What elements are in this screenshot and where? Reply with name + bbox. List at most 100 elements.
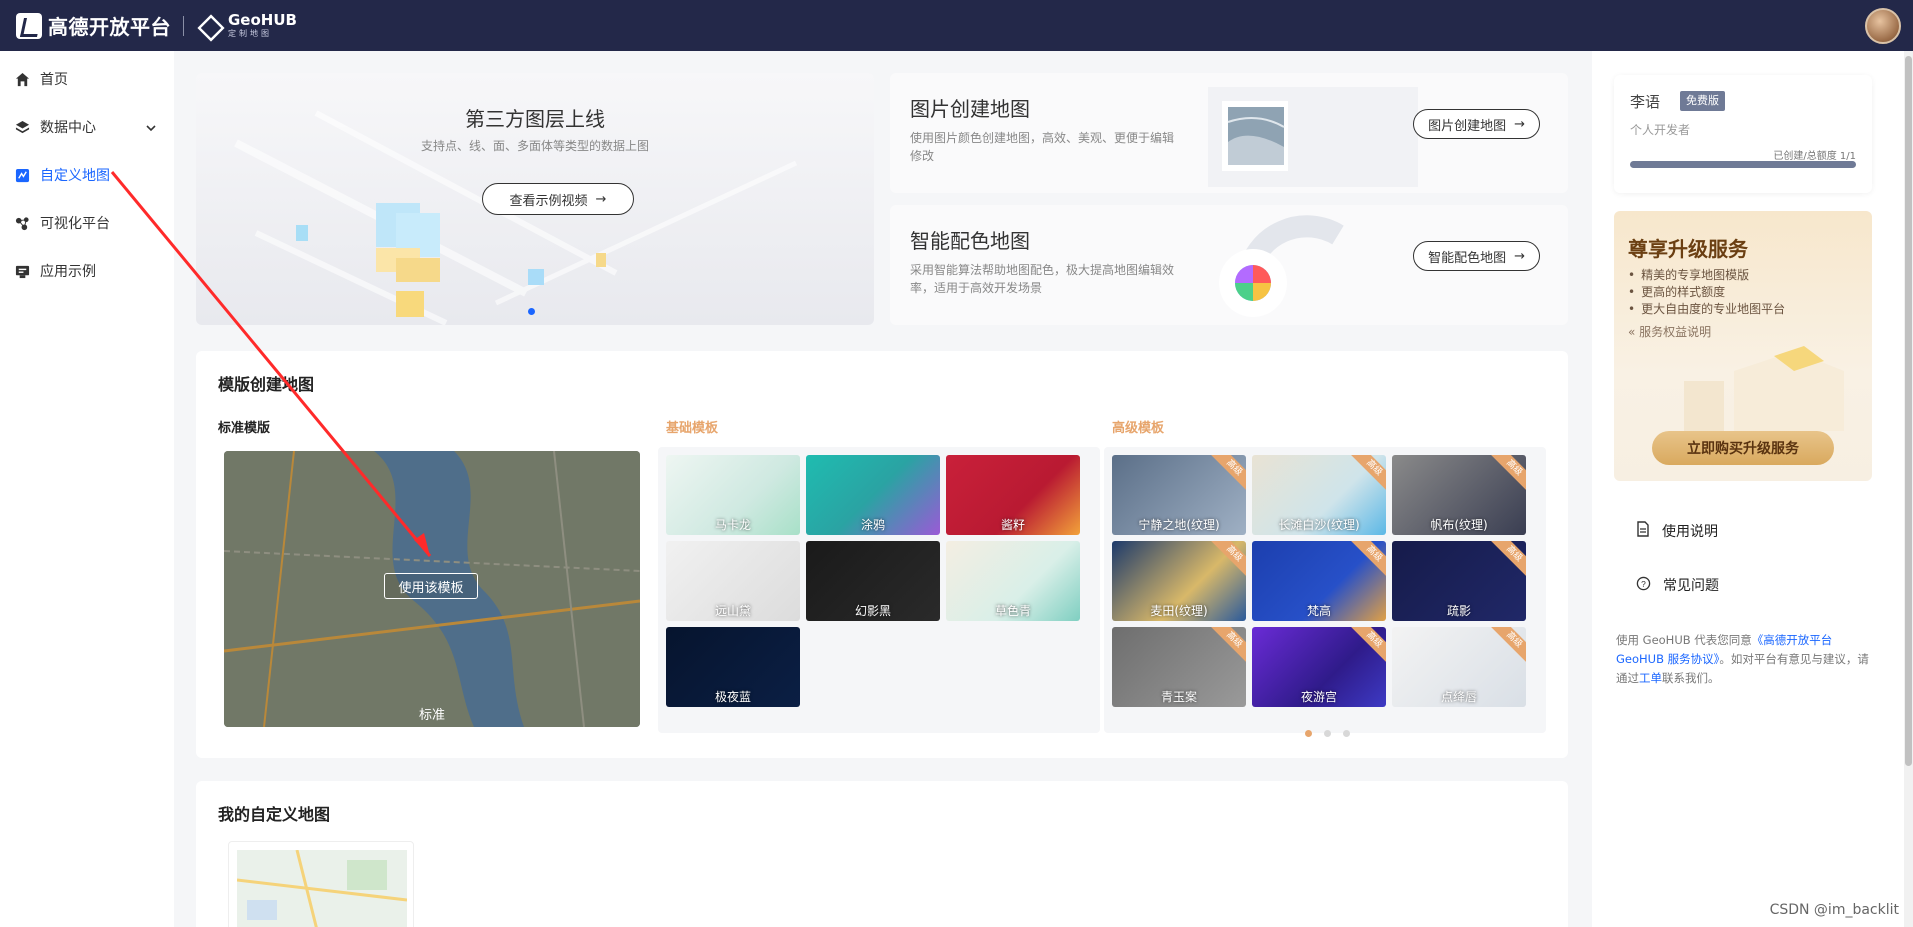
use-template-button[interactable]: 使用该模板 — [384, 573, 478, 599]
template-name: 宁静之地(纹理) — [1138, 518, 1220, 532]
feature-desc: 使用图片颜色创建地图，高效、美观、更便于编辑修改 — [910, 131, 1175, 163]
template-tile[interactable]: 高级 点绛唇 — [1392, 627, 1526, 707]
ticket-link[interactable]: 工单 — [1639, 671, 1662, 685]
quota-text: 已创建/总额度 1/1 — [1773, 151, 1856, 162]
sidebar: 首页 数据中心 自定义地图 可视化平台 应用示例 — [0, 51, 174, 927]
agreement-notice: 使用 GeoHUB 代表您同意《高德开放平台 GeoHUB 服务协议》。如对平台… — [1616, 631, 1876, 688]
panel-title: 模版创建地图 — [218, 375, 315, 394]
carousel-dot[interactable] — [528, 308, 535, 315]
template-tile[interactable]: 高级 夜游宫 — [1252, 627, 1386, 707]
color-wheel-illustration — [1219, 215, 1344, 317]
premium-ribbon: 高级 — [1487, 541, 1526, 581]
arrow-right-icon: → — [1514, 116, 1525, 132]
document-icon — [1636, 521, 1650, 541]
template-tile[interactable]: 马卡龙 — [666, 455, 800, 535]
upgrade-benefits: 精美的专享地图模版 更高的样式额度 更大自由度的专业地图平台 — [1628, 267, 1785, 318]
advanced-pagination — [1305, 730, 1350, 737]
my-map-card[interactable] — [228, 841, 414, 927]
sidebar-item-visualization[interactable]: 可视化平台 — [0, 199, 174, 247]
geohub-subtitle: 定制地图 — [228, 29, 272, 38]
upgrade-illustration — [1684, 346, 1844, 431]
user-role: 个人开发者 — [1630, 123, 1691, 137]
notice-text: 联系我们。 — [1662, 671, 1720, 685]
scrollbar-thumb[interactable] — [1905, 56, 1912, 766]
template-tile[interactable]: 远山黛 — [666, 541, 800, 621]
template-tile[interactable]: 高级 宁静之地(纹理) — [1112, 455, 1246, 535]
panel-title: 我的自定义地图 — [218, 805, 331, 824]
pagination-dot[interactable] — [1343, 730, 1350, 737]
premium-ribbon: 高级 — [1487, 627, 1526, 667]
template-tile[interactable]: 草色青 — [946, 541, 1080, 621]
create-image-map-button[interactable]: 图片创建地图 → — [1413, 109, 1540, 139]
template-tile[interactable]: 涂鸦 — [806, 455, 940, 535]
sidebar-item-home[interactable]: 首页 — [0, 55, 174, 103]
upgrade-card: 尊享升级服务 精美的专享地图模版 更高的样式额度 更大自由度的专业地图平台 « … — [1614, 211, 1872, 481]
svg-text:?: ? — [1641, 578, 1646, 588]
template-tile[interactable]: 幻影黑 — [806, 541, 940, 621]
my-maps-panel: 我的自定义地图 — [196, 781, 1568, 927]
template-tile[interactable]: 极夜蓝 — [666, 627, 800, 707]
template-name: 草色青 — [994, 604, 1031, 618]
sidebar-item-label: 首页 — [40, 72, 68, 88]
premium-ribbon: 高级 — [1347, 627, 1386, 667]
main-content: 第三方图层上线 支持点、线、面、多面体等类型的数据上图 查看示例视频 → 图片创… — [174, 51, 1592, 927]
quota-progress — [1630, 161, 1856, 168]
standard-template-card[interactable]: 使用该模板 标准 — [224, 451, 640, 727]
template-name: 麦田(纹理) — [1150, 604, 1208, 618]
template-name: 马卡龙 — [714, 518, 751, 532]
sidebar-item-examples[interactable]: 应用示例 — [0, 247, 174, 295]
template-tile[interactable]: 高级 麦田(纹理) — [1112, 541, 1246, 621]
template-tile[interactable]: 高级 疏影 — [1392, 541, 1526, 621]
button-label: 图片创建地图 — [1428, 118, 1507, 134]
template-tile[interactable]: 高级 青玉案 — [1112, 627, 1246, 707]
premium-ribbon: 高级 — [1487, 455, 1526, 495]
sidebar-item-label: 自定义地图 — [40, 168, 110, 184]
user-manual-link[interactable]: 使用说明 — [1636, 521, 1718, 541]
image-map-card[interactable]: 图片创建地图 使用图片颜色创建地图，高效、美观、更便于编辑修改 图片创建地图 → — [890, 73, 1568, 193]
benefit-item: 更高的样式额度 — [1628, 284, 1785, 301]
brand-logo[interactable]: 高德开放平台 GeoHUB 定制地图 — [16, 11, 297, 40]
feature-title: 智能配色地图 — [910, 229, 1030, 253]
smart-color-map-card[interactable]: 智能配色地图 采用智能算法帮助地图配色，极大提高地图编辑效率，适用于高效开发场景… — [890, 205, 1568, 325]
template-tile[interactable]: 酱籽 — [946, 455, 1080, 535]
amap-logo-icon — [16, 12, 42, 39]
basic-template-label: 基础模板 — [666, 421, 719, 436]
brand-divider — [183, 15, 184, 36]
arrow-right-icon: → — [1514, 248, 1525, 264]
template-name: 酱籽 — [1000, 518, 1025, 532]
visualization-icon — [14, 215, 30, 231]
template-tile[interactable]: 高级 帆布(纹理) — [1392, 455, 1526, 535]
premium-ribbon: 高级 — [1347, 541, 1386, 581]
geohub-name: GeoHUB — [228, 11, 297, 29]
watermark: CSDN @im_backlit — [1769, 902, 1899, 918]
faq-link[interactable]: ? 常见问题 — [1636, 575, 1719, 595]
standard-template-label: 标准模版 — [218, 421, 271, 436]
feature-title: 图片创建地图 — [910, 97, 1030, 121]
custom-map-icon — [14, 167, 30, 183]
double-chevron-left-icon: « — [1628, 325, 1636, 339]
pagination-dot[interactable] — [1305, 730, 1312, 737]
quota-progress-fill — [1630, 161, 1856, 168]
sidebar-item-data-center[interactable]: 数据中心 — [0, 103, 174, 151]
my-map-thumbnail — [236, 849, 408, 927]
chevron-down-icon[interactable] — [146, 121, 156, 137]
premium-ribbon: 高级 — [1207, 455, 1246, 495]
template-tile[interactable]: 高级 长滩白沙(纹理) — [1252, 455, 1386, 535]
user-avatar[interactable] — [1865, 8, 1901, 44]
view-demo-video-button[interactable]: 查看示例视频 → — [482, 183, 634, 215]
template-name: 涂鸦 — [860, 518, 885, 532]
premium-ribbon: 高级 — [1347, 455, 1386, 495]
app-example-icon — [14, 263, 30, 279]
sidebar-item-label: 应用示例 — [40, 264, 96, 280]
feature-desc: 采用智能算法帮助地图配色，极大提高地图编辑效率，适用于高效开发场景 — [910, 263, 1175, 295]
sidebar-item-label: 可视化平台 — [40, 216, 110, 232]
pagination-dot[interactable] — [1324, 730, 1331, 737]
template-name: 幻影黑 — [854, 604, 891, 618]
promo-banner[interactable]: 第三方图层上线 支持点、线、面、多面体等类型的数据上图 查看示例视频 → — [196, 73, 874, 325]
banner-subtitle: 支持点、线、面、多面体等类型的数据上图 — [420, 139, 649, 153]
sidebar-item-custom-map[interactable]: 自定义地图 — [0, 151, 174, 199]
user-name: 李语 — [1630, 93, 1661, 111]
template-tile[interactable]: 高级 梵高 — [1252, 541, 1386, 621]
buy-upgrade-button[interactable]: 立即购买升级服务 — [1652, 431, 1834, 465]
create-smart-color-map-button[interactable]: 智能配色地图 → — [1413, 241, 1540, 271]
